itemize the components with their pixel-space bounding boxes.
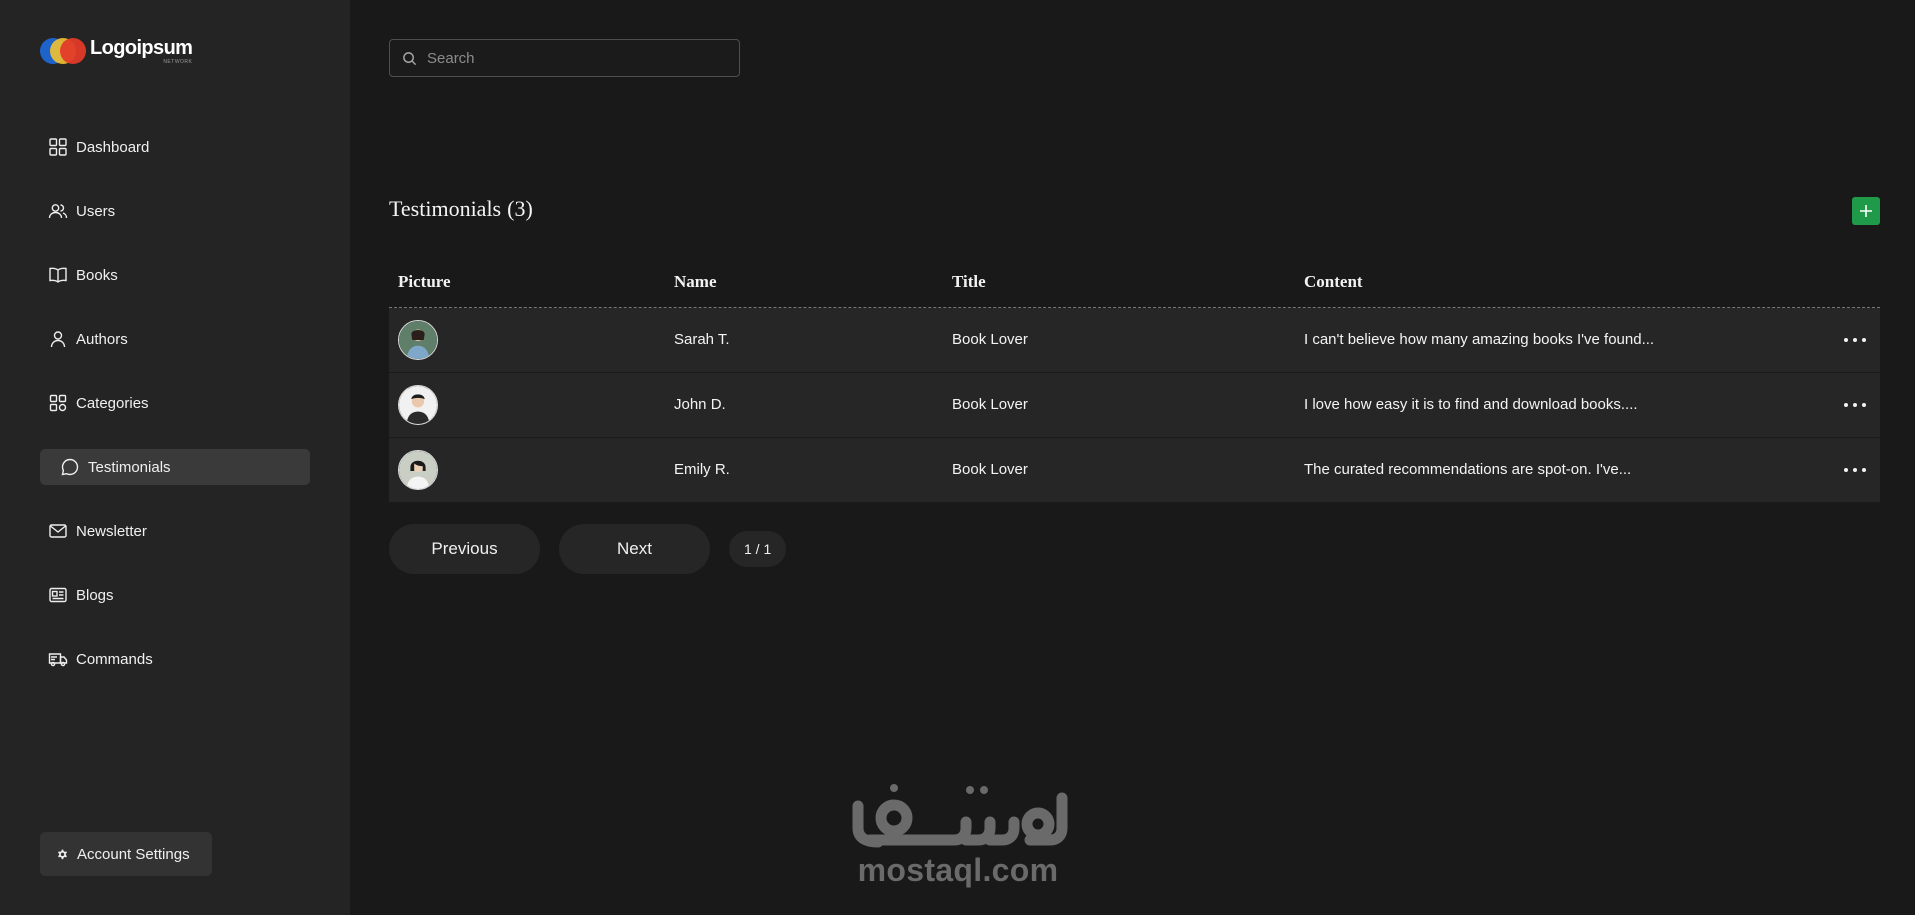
gear-icon (58, 849, 67, 859)
sidebar-item-dashboard[interactable]: Dashboard (40, 129, 310, 165)
sidebar-item-categories[interactable]: Categories (40, 385, 310, 421)
table-row[interactable]: Sarah T. Book Lover I can't believe how … (389, 308, 1880, 373)
row-name: Sarah T. (674, 331, 730, 348)
users-icon (48, 204, 68, 219)
avatar (398, 385, 438, 425)
row-title: Book Lover (952, 331, 1028, 348)
add-testimonial-button[interactable] (1852, 197, 1880, 225)
sidebar-item-authors[interactable]: Authors (40, 321, 310, 357)
row-name: Emily R. (674, 461, 730, 478)
column-header-picture[interactable]: Picture (398, 272, 451, 292)
page-title: Testimonials (3) (389, 196, 533, 222)
book-icon (49, 267, 67, 283)
sidebar-item-label: Newsletter (76, 522, 147, 540)
row-content: I can't believe how many amazing books I… (1304, 331, 1655, 348)
sidebar-item-commands[interactable]: Commands (40, 641, 310, 677)
avatar-emily-image (399, 451, 437, 489)
search-input[interactable] (427, 49, 727, 67)
search-icon (403, 51, 417, 65)
logo-mark-icon (40, 38, 86, 64)
column-header-content[interactable]: Content (1304, 272, 1363, 292)
search-box[interactable] (389, 39, 740, 77)
row-content: I love how easy it is to find and downlo… (1304, 396, 1638, 413)
avatar (398, 320, 438, 360)
previous-page-button[interactable]: Previous (389, 524, 540, 574)
row-name: John D. (674, 396, 726, 413)
column-header-title[interactable]: Title (952, 272, 986, 292)
row-title: Book Lover (952, 396, 1028, 413)
sidebar-item-label: Commands (76, 650, 153, 668)
avatar-john-image (399, 386, 437, 424)
sidebar-item-label: Dashboard (76, 138, 150, 156)
sidebar-item-label: Books (76, 266, 118, 284)
sidebar-item-label: Authors (76, 330, 128, 348)
table-header: Picture Name Title Content (389, 260, 1880, 308)
sidebar-item-newsletter[interactable]: Newsletter (40, 513, 310, 549)
page-indicator: 1 / 1 (729, 531, 787, 567)
testimonials-table: Picture Name Title Content Sarah T. Book… (389, 260, 1880, 503)
dashboard-grid-icon (49, 138, 67, 156)
user-icon (50, 331, 66, 348)
sidebar-item-books[interactable]: Books (40, 257, 310, 293)
row-more-options-icon[interactable] (1844, 395, 1866, 415)
sidebar-item-label: Categories (76, 394, 149, 412)
mail-icon (49, 524, 67, 538)
newspaper-icon (49, 587, 67, 603)
page-title-count: (3) (507, 196, 533, 221)
categories-icon (49, 394, 67, 412)
watermark-arabic-logo (852, 784, 1068, 848)
page-title-text: Testimonials (389, 196, 502, 221)
watermark: mostaql.com (840, 780, 1076, 900)
plus-icon (1860, 205, 1872, 217)
truck-icon (48, 653, 68, 667)
table-row[interactable]: John D. Book Lover I love how easy it is… (389, 373, 1880, 438)
account-settings-label: Account Settings (77, 845, 190, 863)
next-page-button[interactable]: Next (559, 524, 710, 574)
message-circle-icon (61, 458, 79, 476)
row-more-options-icon[interactable] (1844, 460, 1866, 480)
row-content: The curated recommendations are spot-on.… (1304, 461, 1632, 478)
sidebar-item-label: Testimonials (88, 458, 171, 476)
row-more-options-icon[interactable] (1844, 330, 1866, 350)
account-settings-button[interactable]: Account Settings (40, 832, 212, 876)
pagination: Previous Next 1 / 1 (389, 524, 787, 574)
column-header-name[interactable]: Name (674, 272, 716, 292)
sidebar-item-blogs[interactable]: Blogs (40, 577, 310, 613)
watermark-text: mostaql.com (857, 852, 1059, 888)
sidebar-item-label: Users (76, 202, 116, 220)
brand-name: Logoipsum (90, 36, 193, 59)
brand-logo[interactable]: Logoipsum NETWORK (40, 36, 193, 66)
brand-tagline: NETWORK (163, 58, 193, 65)
avatar-sarah-image (399, 321, 437, 359)
sidebar-item-users[interactable]: Users (40, 193, 310, 229)
sidebar-item-testimonials[interactable]: Testimonials (40, 449, 310, 485)
sidebar: Logoipsum NETWORK Dashboard Users Books … (0, 0, 350, 915)
table-row[interactable]: Emily R. Book Lover The curated recommen… (389, 438, 1880, 503)
avatar (398, 450, 438, 490)
row-title: Book Lover (952, 461, 1028, 478)
sidebar-item-label: Blogs (76, 586, 114, 604)
